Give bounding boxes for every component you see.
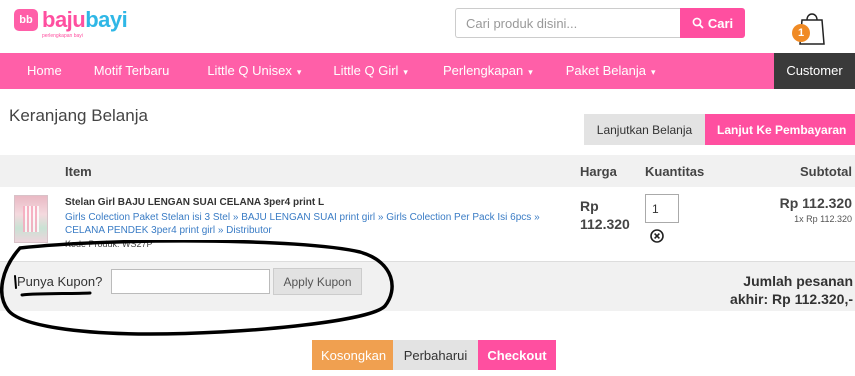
cart-button[interactable]: 1 <box>792 6 832 46</box>
nav-label: Little Q Unisex <box>207 63 292 78</box>
empty-cart-button[interactable]: Kosongkan <box>312 340 393 370</box>
proceed-to-payment-button[interactable]: Lanjut Ke Pembayaran <box>705 114 855 145</box>
product-name[interactable]: Stelan Girl BAJU LENGAN SUAI CELANA 3per… <box>65 197 324 208</box>
order-total: Jumlah pesanan akhir: Rp 112.320,- <box>730 272 853 308</box>
search-icon <box>692 17 704 29</box>
site-header: bb bajubayi perlengkapan bayi Cari 1 <box>0 0 855 52</box>
header-item: Item <box>65 164 92 179</box>
coupon-label: Punya Kupon? <box>17 274 103 289</box>
search-button[interactable]: Cari <box>680 8 745 38</box>
logo-text: bajubayi <box>42 7 128 32</box>
coupon-input[interactable] <box>111 269 270 294</box>
table-row: Stelan Girl BAJU LENGAN SUAI CELANA 3per… <box>0 187 855 262</box>
nav-label: Paket Belanja <box>565 63 646 78</box>
apply-coupon-button[interactable]: Apply Kupon <box>273 268 362 295</box>
nav-label: Perlengkapan <box>442 63 524 78</box>
update-cart-button[interactable]: Perbaharui <box>393 340 478 370</box>
price-amount: 112.320 <box>580 216 630 232</box>
chevron-down-icon: ▾ <box>403 67 408 77</box>
nav-customer[interactable]: Customer <box>774 53 855 89</box>
product-code: Kode Produk: WS27P <box>65 239 153 249</box>
nav-item-perlengkapan[interactable]: Perlengkapan ▾ <box>426 53 549 89</box>
cart-actions: Kosongkan Perbaharui Checkout <box>312 340 556 370</box>
nav-label: Home <box>27 63 62 78</box>
nav-item-motif-terbaru[interactable]: Motif Terbaru <box>80 53 190 89</box>
order-total-line2: akhir: Rp 112.320,- <box>730 291 853 307</box>
row-subtotal-detail: 1x Rp 112.320 <box>794 214 852 224</box>
nav-label: Little Q Girl <box>333 63 399 78</box>
nav-item-home[interactable]: Home <box>0 53 80 89</box>
quantity-input[interactable] <box>645 194 679 223</box>
product-thumbnail[interactable] <box>14 195 48 243</box>
logo-text-part2: bayi <box>85 7 128 32</box>
row-subtotal: Rp 112.320 <box>779 195 852 211</box>
nav-label: Motif Terbaru <box>93 63 170 78</box>
chevron-down-icon: ▾ <box>528 67 533 77</box>
coupon-row: Punya Kupon? Apply Kupon Jumlah pesanan … <box>0 262 855 311</box>
continue-shopping-button[interactable]: Lanjutkan Belanja <box>584 114 705 145</box>
logo-tagline: perlengkapan bayi <box>42 33 83 39</box>
search-form: Cari <box>455 8 745 38</box>
logo-text-part1: baju <box>42 7 86 32</box>
header-price: Harga <box>580 164 617 179</box>
logo-badge-icon: bb <box>14 9 38 31</box>
nav-item-little-q-girl[interactable]: Little Q Girl ▾ <box>317 53 426 89</box>
chevron-down-icon: ▾ <box>296 67 302 77</box>
header-subtotal: Subtotal <box>800 164 852 179</box>
site-logo[interactable]: bb bajubayi perlengkapan bayi <box>14 7 128 39</box>
checkout-button[interactable]: Checkout <box>478 340 556 370</box>
search-input[interactable] <box>455 8 680 38</box>
page-title: Keranjang Belanja <box>9 106 148 125</box>
remove-item-icon[interactable] <box>650 229 664 243</box>
nav-item-paket-belanja[interactable]: Paket Belanja ▾ <box>549 53 670 89</box>
price-currency: Rp <box>580 198 599 214</box>
product-categories[interactable]: Girls Colection Paket Stelan isi 3 Stel … <box>65 211 570 237</box>
cart-table-header: Item Harga Kuantitas Subtotal <box>0 155 855 187</box>
chevron-down-icon: ▾ <box>650 67 656 77</box>
nav-item-little-q-unisex[interactable]: Little Q Unisex ▾ <box>189 53 317 89</box>
cart-count-badge: 1 <box>792 24 810 42</box>
header-quantity: Kuantitas <box>645 164 705 179</box>
main-nav: Home Motif Terbaru Little Q Unisex ▾ Litt… <box>0 53 855 89</box>
search-button-label: Cari <box>707 15 734 31</box>
order-total-line1: Jumlah pesanan <box>743 273 853 289</box>
product-price: Rp 112.320 <box>580 197 630 233</box>
